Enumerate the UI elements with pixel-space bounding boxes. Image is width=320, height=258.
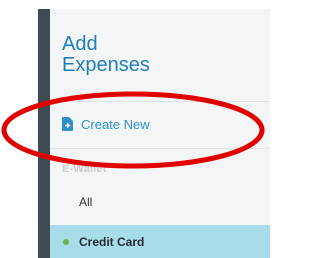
- screenshot-stage: Add Expenses Create New E-Wallet All Cre…: [0, 0, 270, 258]
- sidebar-item-label: Credit Card: [79, 234, 145, 249]
- page-title-line-2: Expenses: [62, 54, 150, 76]
- sidebar-edge: [38, 9, 50, 258]
- document-plus-icon: [62, 117, 73, 131]
- create-new-button[interactable]: Create New: [62, 112, 150, 136]
- sidebar-item-credit-card[interactable]: Credit Card: [50, 225, 270, 258]
- title-divider: [50, 101, 270, 102]
- sidebar-item-all[interactable]: All: [79, 195, 92, 209]
- page-title: Add Expenses: [62, 34, 222, 76]
- section-label-ewallet: E-Wallet: [62, 163, 107, 175]
- create-divider: [50, 148, 270, 149]
- create-new-label: Create New: [81, 116, 150, 132]
- page-title-line-1: Add: [62, 33, 98, 55]
- status-dot-icon: [63, 238, 69, 245]
